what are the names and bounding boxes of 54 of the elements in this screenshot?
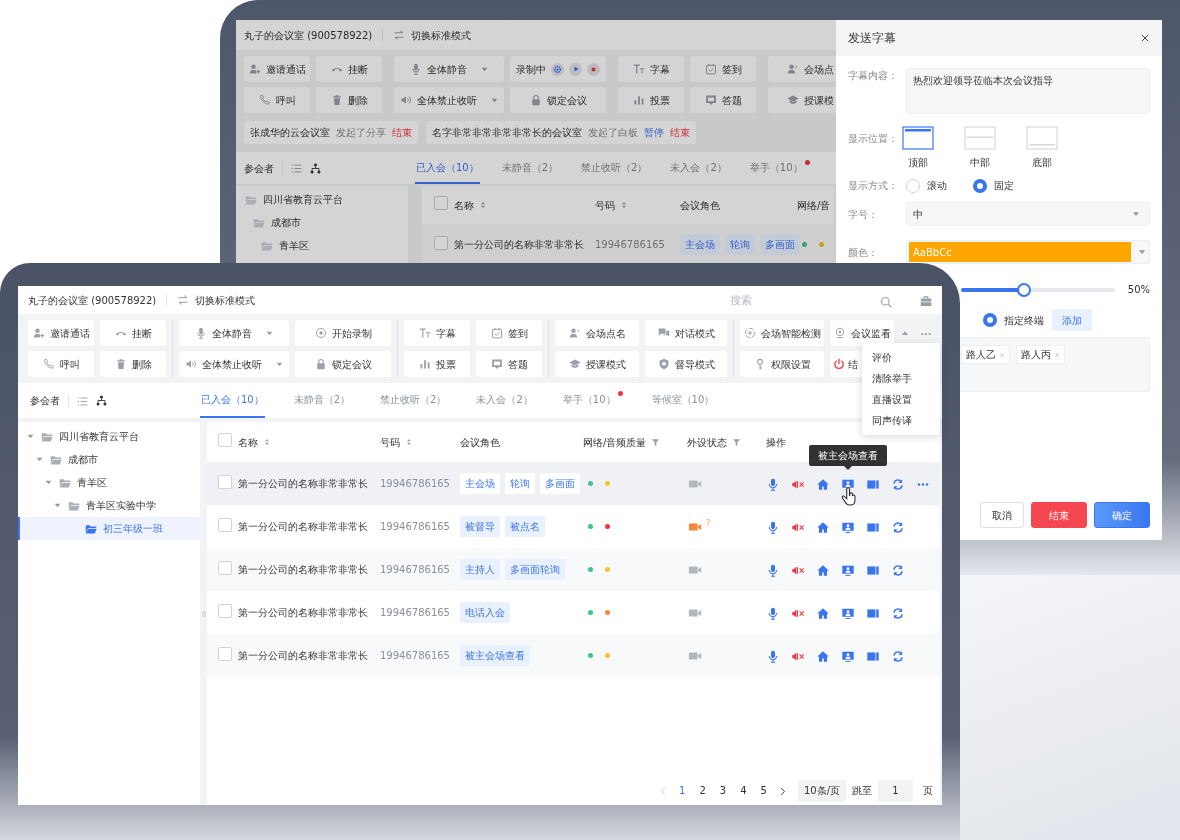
role-tag: 多画面: [540, 473, 580, 494]
notice-text: 发起了白板: [588, 126, 638, 140]
column-header: 网络/音: [797, 198, 831, 213]
jump-label: 跳至: [852, 784, 872, 798]
role-tag: 主会场: [460, 473, 500, 494]
role-tag: 多画面: [760, 234, 800, 255]
role-tag: 被督导: [460, 516, 500, 537]
role-tag: 主会场: [680, 234, 720, 255]
role-tag: 轮询: [725, 234, 755, 255]
color-swatch: AaBbCc: [909, 242, 1131, 262]
recording-status: 录制中: [516, 62, 546, 77]
field-label: 字号：: [848, 207, 879, 222]
table-cell-text: 第一分公司的名称非常非常长: [238, 520, 369, 534]
table-cell-text: 19946786165: [380, 520, 451, 534]
window-title: 丸子的会议室 (900578922): [244, 28, 373, 43]
notice-text: 发起了分享: [336, 126, 386, 140]
notice-text: 名字非常非常非常非常长的会议室: [432, 126, 582, 140]
page-unit: 页: [923, 784, 933, 798]
column-header: 会议角色: [460, 435, 500, 450]
column-header: 号码: [595, 198, 615, 213]
slider-value: 50%: [1127, 283, 1150, 297]
role-tag: 被点名: [505, 516, 545, 537]
table-cell-text: 第一分公司的名称非常非常长: [454, 238, 585, 252]
table-cell-text: 第一分公司的名称非常非常长: [238, 649, 369, 663]
warning-mark: ?: [706, 519, 711, 528]
field-label: 字幕内容：: [848, 69, 899, 83]
role-tag: 被主会场查看: [460, 645, 530, 666]
field-label: 显示方式：: [848, 179, 899, 193]
column-header: 外设状态: [687, 435, 727, 450]
column-header: 会议角色: [680, 198, 720, 213]
role-tag: 轮询: [505, 473, 535, 494]
field-label: 显示位置：: [848, 132, 899, 146]
table-cell-text: 19946786165: [595, 238, 666, 252]
table-cell-text: 19946786165: [380, 606, 451, 620]
window-title: 丸子的会议室 (900578922): [28, 293, 157, 308]
column-header: 号码: [380, 435, 400, 450]
column-header: 名称: [238, 435, 258, 450]
notice-text: 张成华的云会议室: [250, 126, 330, 140]
table-cell-text: 19946786165: [380, 477, 451, 491]
table-cell-text: 19946786165: [380, 649, 451, 663]
table-cell-text: 第一分公司的名称非常非常长: [238, 606, 369, 620]
table-cell-text: 19946786165: [380, 563, 451, 577]
role-tag: 多画面轮询: [505, 559, 565, 580]
role-tag: 主持人: [460, 559, 500, 580]
column-header: 网络/音频质量: [583, 435, 647, 450]
panel-label: 参会者: [30, 394, 60, 408]
table-cell-text: 第一分公司的名称非常非常长: [238, 563, 369, 577]
column-header: 操作: [766, 435, 786, 450]
role-tag: 电话入会: [460, 602, 510, 623]
table-cell-text: 第一分公司的名称非常非常长: [238, 477, 369, 491]
drawer-title: 发送字幕: [848, 30, 896, 47]
field-label: 颜色：: [848, 245, 879, 260]
column-header: 名称: [454, 198, 474, 213]
panel-label: 参会者: [244, 161, 274, 176]
